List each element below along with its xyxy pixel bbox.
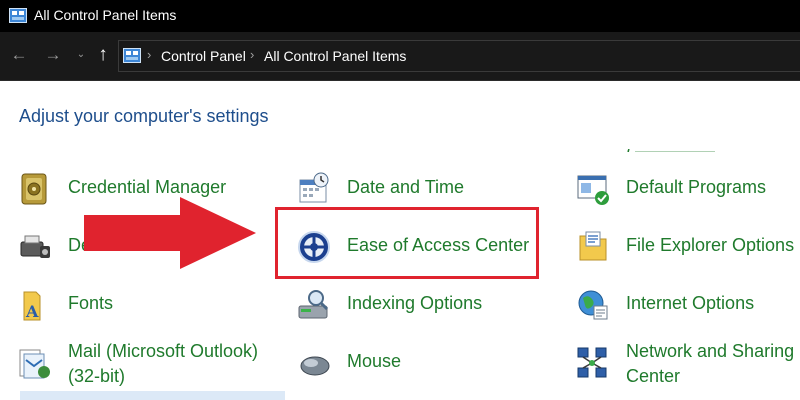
item-default-programs[interactable]: Default Programs: [576, 168, 796, 208]
control-panel-icon: [9, 8, 27, 23]
item-label: Date and Time: [347, 177, 465, 197]
item-label: Mail (Microsoft Outlook) (32-bit): [68, 341, 259, 386]
default-programs-icon: [577, 175, 609, 205]
control-panel-icon: [123, 48, 141, 63]
item-label: Network and Sharing Center: [626, 341, 795, 386]
breadcrumb-control-panel[interactable]: Control Panel: [161, 48, 246, 64]
item-label: Default Programs: [626, 177, 767, 197]
up-button[interactable]: ↑: [92, 42, 114, 68]
item-indexing-options[interactable]: Indexing Options: [297, 284, 537, 324]
item-devices[interactable]: De: [18, 226, 91, 266]
selection-highlight: [20, 391, 285, 400]
fonts-folder-icon: A: [23, 291, 41, 321]
breadcrumb-separator[interactable]: ›: [147, 47, 151, 62]
globe-icon: [578, 290, 608, 320]
mouse-icon: [300, 356, 330, 376]
item-network-sharing[interactable]: Network and Sharing Center: [576, 341, 796, 386]
item-mouse[interactable]: Mouse: [297, 342, 537, 382]
item-label: File Explorer Options: [626, 235, 795, 255]
recent-locations-chevron-icon[interactable]: ⌄: [72, 42, 90, 68]
item-mail[interactable]: Mail (Microsoft Outlook) (32-bit): [18, 341, 278, 386]
item-date-time[interactable]: Date and Time: [297, 168, 537, 208]
title-bar: All Control Panel Items: [0, 0, 800, 32]
breadcrumb-all-items[interactable]: All Control Panel Items: [264, 48, 406, 64]
clipped-item: [627, 144, 722, 152]
item-label: Credential Manager: [68, 177, 227, 197]
folder-options-icon: [579, 231, 607, 261]
item-label: Fonts: [68, 293, 114, 313]
address-bar[interactable]: › Control Panel › All Control Panel Item…: [118, 40, 800, 72]
item-label: Internet Options: [626, 293, 755, 313]
item-file-explorer-options[interactable]: File Explorer Options: [576, 226, 798, 266]
page-heading: Adjust your computer's settings: [19, 106, 269, 126]
back-button[interactable]: ←: [6, 42, 32, 68]
item-label: Indexing Options: [347, 293, 483, 313]
highlight-box: [275, 207, 539, 279]
forward-button[interactable]: →: [40, 42, 66, 68]
red-arrow-icon: [84, 197, 256, 269]
navigation-bar: ← → ⌄ ↑ › Control Panel › All Control Pa…: [0, 32, 800, 81]
item-fonts[interactable]: A Fonts: [18, 284, 268, 324]
network-icon: [577, 347, 607, 378]
mail-icon: [19, 349, 50, 379]
breadcrumb-separator[interactable]: ›: [250, 47, 254, 62]
vault-icon: [21, 173, 47, 205]
item-label: Mouse: [347, 351, 402, 371]
svg-text:A: A: [25, 302, 39, 321]
indexing-icon: [298, 290, 329, 319]
calendar-clock-icon: [299, 172, 329, 203]
window-title: All Control Panel Items: [34, 7, 177, 23]
devices-printers-icon: [20, 235, 50, 258]
item-internet-options[interactable]: Internet Options: [576, 284, 796, 324]
